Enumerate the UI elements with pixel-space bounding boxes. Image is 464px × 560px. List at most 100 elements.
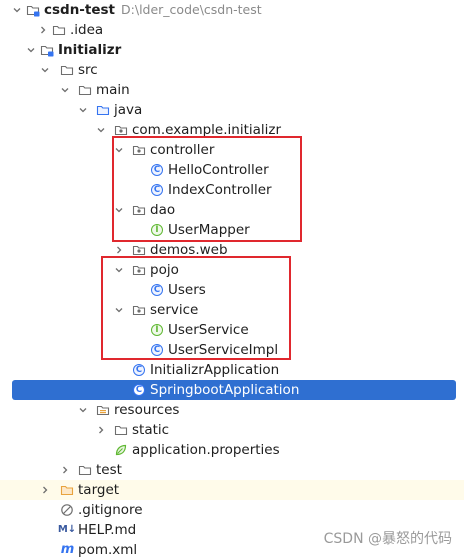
- tree-row-main[interactable]: main: [0, 80, 464, 100]
- static-label: static: [132, 422, 170, 438]
- tree-row-static[interactable]: static: [0, 420, 464, 440]
- tree-row-pojo[interactable]: pojo: [0, 260, 464, 280]
- tree-row-src[interactable]: src: [0, 60, 464, 80]
- tree-row-user-service-impl[interactable]: C UserServiceImpl: [0, 340, 464, 360]
- tree-row-springboot-application[interactable]: C SpringbootApplication: [12, 380, 456, 400]
- service-label: service: [150, 302, 199, 318]
- tree-row-test[interactable]: test: [0, 460, 464, 480]
- tree-row-user-service[interactable]: I UserService: [0, 320, 464, 340]
- springboot-application-label: SpringbootApplication: [150, 382, 300, 398]
- controller-label: controller: [150, 142, 215, 158]
- tree-row-target[interactable]: target: [0, 480, 464, 500]
- resources-folder-icon: [96, 403, 110, 417]
- chevron-down-icon[interactable]: [114, 300, 124, 320]
- tree-row-index-controller[interactable]: C IndexController: [0, 180, 464, 200]
- pom-xml-label: pom.xml: [78, 542, 138, 558]
- demos-web-label: demos.web: [150, 242, 228, 258]
- tree-row-java[interactable]: java: [0, 100, 464, 120]
- chevron-right-icon[interactable]: [38, 20, 48, 40]
- interface-icon-letter: I: [151, 224, 163, 236]
- markdown-icon: M↓: [58, 523, 76, 537]
- main-label: main: [96, 82, 130, 98]
- gitignore-icon: [60, 503, 74, 517]
- folder-icon: [78, 463, 92, 477]
- tree-row-initializr-application[interactable]: C InitializrApplication: [0, 360, 464, 380]
- package-icon: [132, 143, 146, 157]
- chevron-down-icon[interactable]: [40, 60, 50, 80]
- interface-icon: I: [150, 223, 164, 237]
- package-icon: [114, 123, 128, 137]
- module-folder-icon: [40, 43, 54, 57]
- package-icon: [132, 203, 146, 217]
- tree-row-dao[interactable]: dao: [0, 200, 464, 220]
- tree-row-service[interactable]: service: [0, 300, 464, 320]
- src-label: src: [78, 62, 98, 78]
- tree-row-application-properties[interactable]: application.properties: [0, 440, 464, 460]
- excluded-folder-icon: [60, 483, 74, 497]
- folder-icon: [60, 63, 74, 77]
- class-icon-letter: C: [151, 164, 163, 176]
- class-icon-letter: C: [151, 344, 163, 356]
- java-label: java: [114, 102, 143, 118]
- chevron-down-icon[interactable]: [114, 140, 124, 160]
- chevron-down-icon[interactable]: [114, 260, 124, 280]
- user-mapper-label: UserMapper: [168, 222, 250, 238]
- class-icon-letter: C: [151, 184, 163, 196]
- watermark: CSDN @暴怒的代码: [323, 531, 452, 547]
- interface-icon-letter: I: [151, 324, 163, 336]
- chevron-down-icon[interactable]: [114, 200, 124, 220]
- project-name: csdn-test: [44, 2, 116, 18]
- gitignore-label: .gitignore: [78, 502, 143, 518]
- chevron-down-icon[interactable]: [96, 120, 106, 140]
- tree-row-controller[interactable]: controller: [0, 140, 464, 160]
- tree-row-project[interactable]: csdn-test D:\lder_code\csdn-test: [0, 0, 464, 20]
- tree-row-hello-controller[interactable]: C HelloController: [0, 160, 464, 180]
- folder-icon: [52, 23, 66, 37]
- project-path: D:\lder_code\csdn-test: [121, 2, 262, 17]
- tree-row-user-mapper[interactable]: I UserMapper: [0, 220, 464, 240]
- module-folder-icon: [26, 3, 40, 17]
- source-folder-icon: [96, 103, 110, 117]
- class-icon: C: [150, 183, 164, 197]
- test-label: test: [96, 462, 122, 478]
- pojo-label: pojo: [150, 262, 179, 278]
- module-label: Initializr: [58, 42, 122, 58]
- tree-row-package[interactable]: com.example.initializr: [0, 120, 464, 140]
- resources-label: resources: [114, 402, 180, 418]
- class-icon-letter: C: [133, 384, 145, 396]
- class-icon-letter: C: [133, 364, 145, 376]
- initializr-application-label: InitializrApplication: [150, 362, 280, 378]
- user-service-label: UserService: [168, 322, 249, 338]
- markdown-icon-glyph: M↓: [57, 524, 77, 535]
- help-md-label: HELP.md: [78, 522, 137, 538]
- spring-boot-class-icon: C: [132, 363, 146, 377]
- chevron-down-icon[interactable]: [78, 400, 88, 420]
- chevron-right-icon[interactable]: [96, 420, 106, 440]
- idea-label: .idea: [70, 22, 104, 38]
- package-icon: [132, 303, 146, 317]
- users-label: Users: [168, 282, 206, 298]
- tree-row-resources[interactable]: resources: [0, 400, 464, 420]
- tree-row-users[interactable]: C Users: [0, 280, 464, 300]
- chevron-down-icon[interactable]: [12, 0, 22, 20]
- chevron-right-icon[interactable]: [40, 480, 50, 500]
- chevron-down-icon[interactable]: [60, 80, 70, 100]
- spring-leaf-icon: [114, 443, 128, 457]
- chevron-down-icon[interactable]: [78, 100, 88, 120]
- tree-row-idea[interactable]: .idea: [0, 20, 464, 40]
- maven-icon-glyph: m: [60, 542, 75, 557]
- chevron-down-icon[interactable]: [26, 40, 36, 60]
- folder-icon: [114, 423, 128, 437]
- chevron-right-icon[interactable]: [60, 460, 70, 480]
- dao-label: dao: [150, 202, 176, 218]
- tree-row-module[interactable]: Initializr: [0, 40, 464, 60]
- project-label: csdn-test D:\lder_code\csdn-test: [44, 0, 262, 20]
- tree-row-gitignore[interactable]: .gitignore: [0, 500, 464, 520]
- tree-row-demos-web[interactable]: demos.web: [0, 240, 464, 260]
- class-icon: C: [132, 383, 146, 397]
- class-icon-letter: C: [151, 284, 163, 296]
- chevron-right-icon[interactable]: [114, 240, 124, 260]
- hello-controller-label: HelloController: [168, 162, 269, 178]
- class-icon: C: [150, 343, 164, 357]
- interface-icon: I: [150, 323, 164, 337]
